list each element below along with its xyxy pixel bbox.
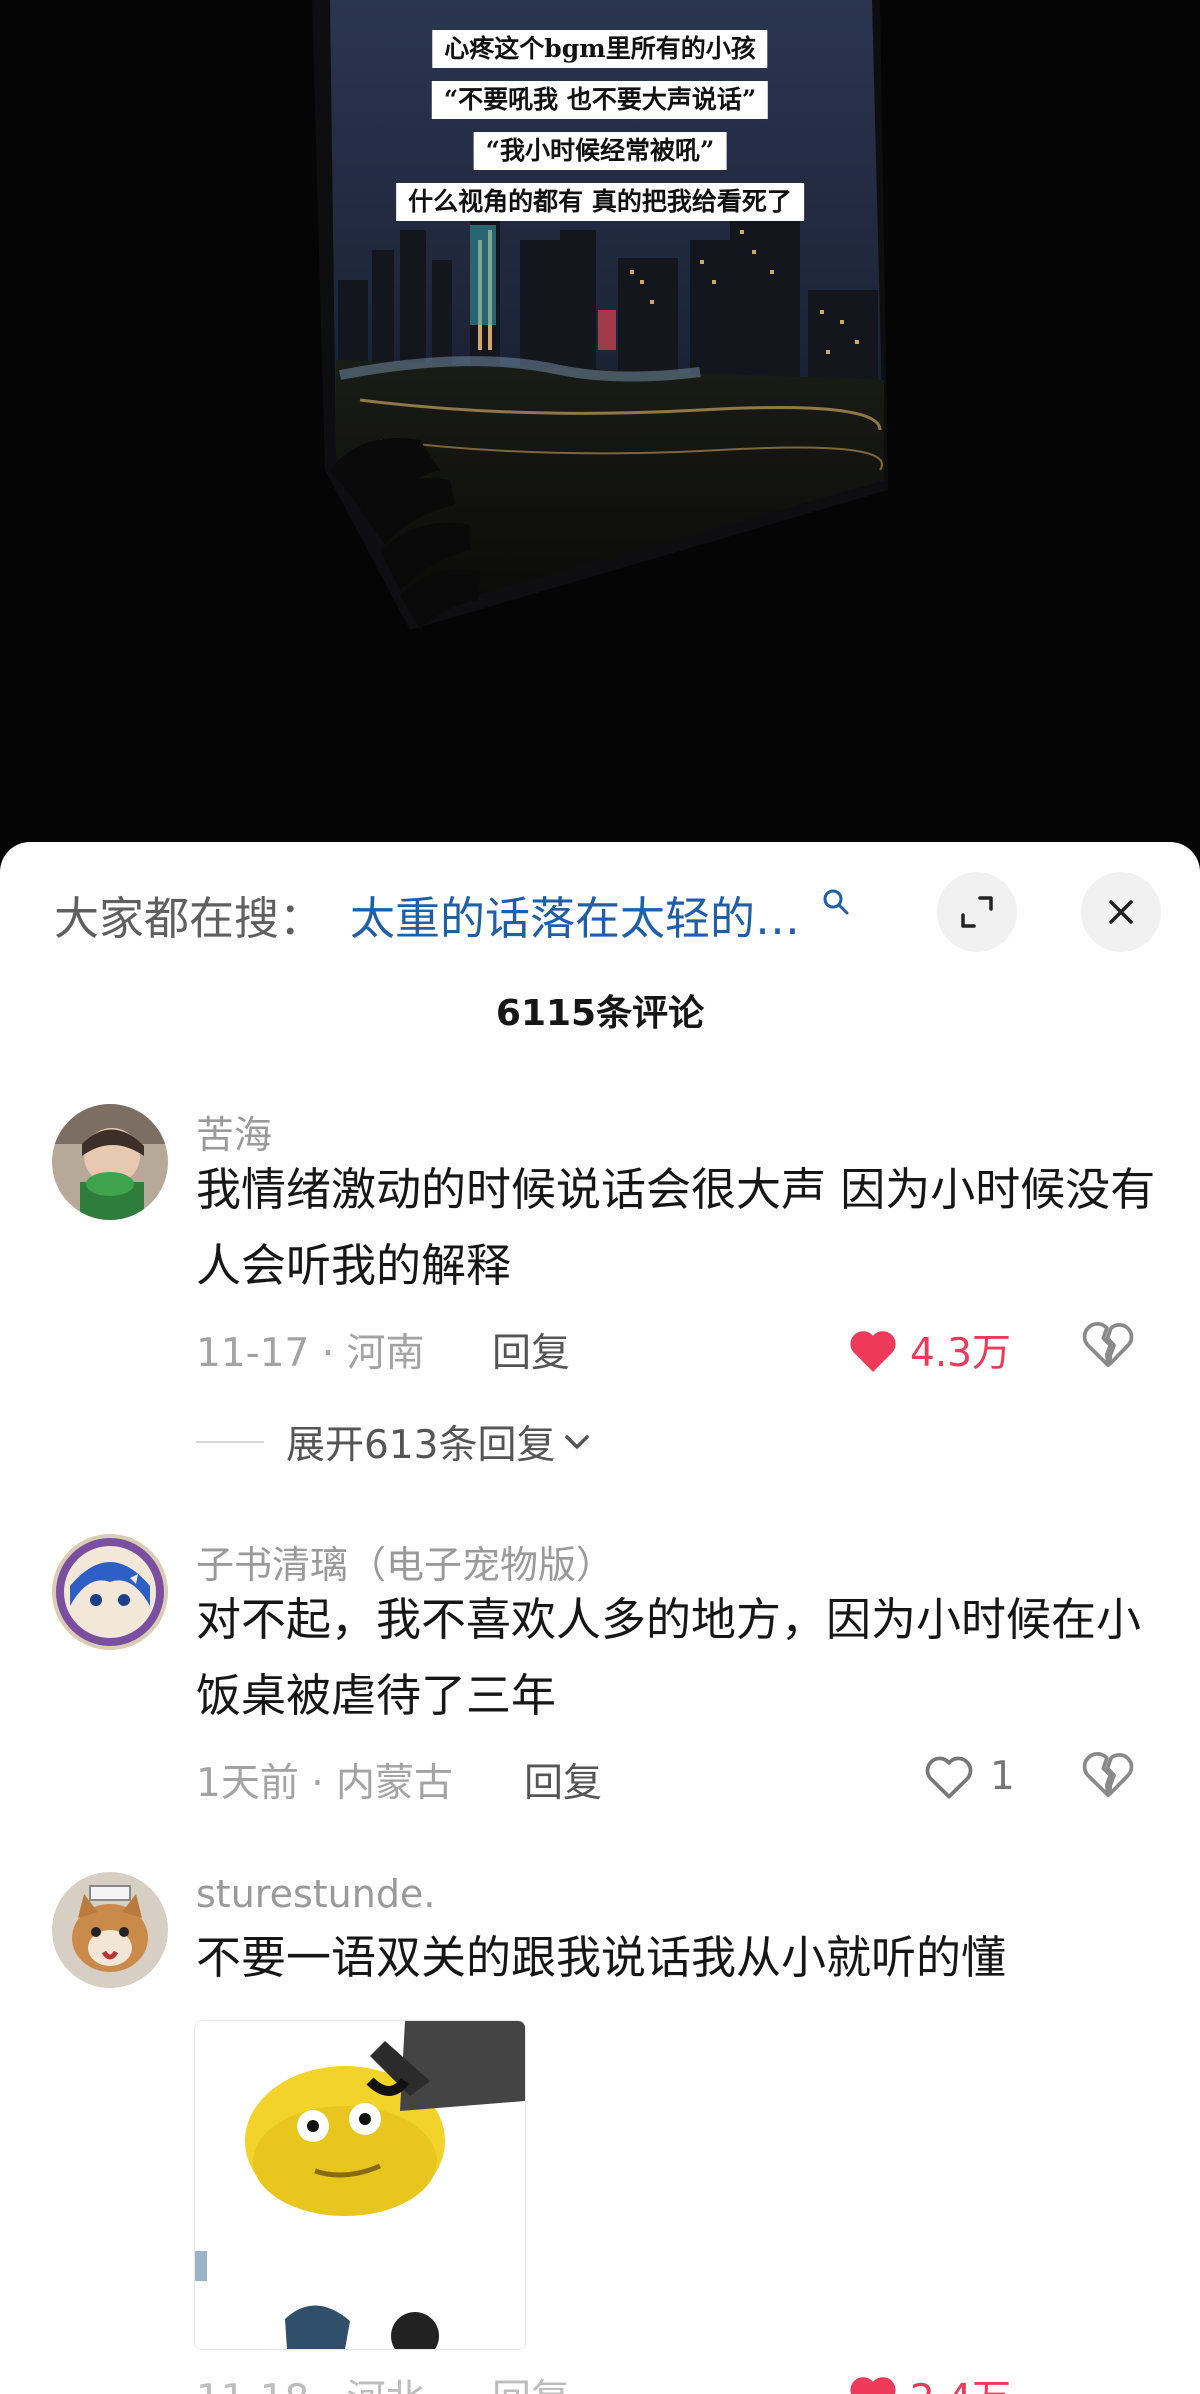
heart-filled-icon xyxy=(850,2377,896,2394)
comment-text: 对不起，我不喜欢人多的地方，因为小时候在小饭桌被虐待了三年 xyxy=(196,1593,1142,1722)
comment-text: 不要一语双关的跟我说话我从小就听的懂 xyxy=(196,1931,1007,1984)
comment-username[interactable]: 苦海 xyxy=(196,1104,272,1159)
overlay-line-2: “不要吼我 也不要大声说话” xyxy=(431,81,769,119)
overlay-line-4: 什么视角的都有 真的把我给看死了 xyxy=(396,183,804,221)
trending-search-bar: 大家都在搜： 太重的话落在太轻的… xyxy=(0,842,1200,982)
avatar[interactable] xyxy=(52,1534,168,1650)
like-button[interactable]: 4.3万 xyxy=(846,1322,1011,1378)
fullscreen-icon xyxy=(961,896,993,928)
avatar[interactable] xyxy=(52,1104,168,1220)
comment-username[interactable]: 子书清璃（电子宠物版） xyxy=(196,1534,614,1589)
close-button[interactable] xyxy=(1081,872,1161,952)
dislike-button[interactable] xyxy=(1080,1316,1136,1374)
expand-divider xyxy=(196,1441,264,1443)
overlay-line-3: “我小时候经常被吼” xyxy=(473,132,727,170)
avatar[interactable] xyxy=(52,1872,168,1988)
like-count: 1 xyxy=(990,1753,1015,1799)
overlay-line-1: 心疼这个bgm里所有的小孩 xyxy=(432,30,768,68)
broken-heart-icon xyxy=(1082,1322,1134,1368)
like-button[interactable]: 1 xyxy=(922,1752,1015,1800)
comment-sheet: 大家都在搜： 太重的话落在太轻的… 6115条评论 苦海 我情绪激动的时候说话会… xyxy=(0,842,1200,2394)
video-player[interactable]: 心疼这个bgm里所有的小孩 “不要吼我 也不要大声说话” “我小时候经常被吼” … xyxy=(0,0,1200,860)
reply-button[interactable]: 回复 xyxy=(524,1752,602,1808)
reply-button[interactable]: 回复 xyxy=(492,2368,570,2394)
broken-heart-icon xyxy=(1082,1752,1134,1798)
comment-sticker-image[interactable] xyxy=(194,2020,526,2350)
comment-count: 6115条评论 xyxy=(495,993,705,1034)
comment-text: 我情绪激动的时候说话会很大声 因为小时候没有人会听我的解释 xyxy=(196,1163,1156,1292)
chevron-down-icon xyxy=(565,1435,590,1449)
reply-button[interactable]: 回复 xyxy=(492,1322,570,1378)
comment-username[interactable]: sturestunde. xyxy=(196,1872,435,1916)
like-button[interactable]: 2.4万 xyxy=(846,2368,1011,2394)
video-caption-overlay: 心疼这个bgm里所有的小孩 “不要吼我 也不要大声说话” “我小时候经常被吼” … xyxy=(0,0,1200,860)
expand-replies-button[interactable]: 展开613条回复 xyxy=(196,1414,595,1470)
search-icon[interactable] xyxy=(822,888,850,920)
heart-filled-icon xyxy=(850,1331,896,1372)
fullscreen-button[interactable] xyxy=(937,872,1017,952)
close-icon xyxy=(1109,900,1133,924)
like-count: 2.4万 xyxy=(910,2368,1011,2394)
trending-search-prefix: 大家都在搜： xyxy=(54,892,325,945)
comment-meta: 11-17 · 河南 xyxy=(196,1331,425,1376)
heart-outline-icon xyxy=(925,1756,973,1799)
like-count: 4.3万 xyxy=(910,1331,1012,1376)
dislike-button[interactable] xyxy=(1080,1746,1136,1804)
expand-replies-label: 展开613条回复 xyxy=(286,1423,556,1468)
trending-search-term[interactable]: 太重的话落在太轻的… xyxy=(350,882,800,947)
comment-meta: 11-18 · 河北 xyxy=(196,2368,425,2394)
comment-meta: 1天前 · 内蒙古 xyxy=(196,1761,454,1806)
